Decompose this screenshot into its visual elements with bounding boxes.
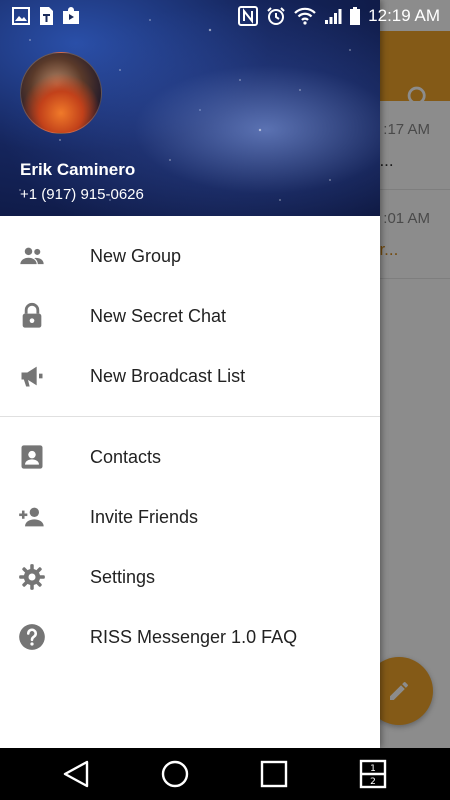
menu-item-new-broadcast-list[interactable]: New Broadcast List [0, 346, 380, 406]
menu-label: Settings [90, 567, 156, 587]
wifi-icon [294, 7, 316, 25]
sim-toolkit-icon [40, 6, 53, 25]
add-person-icon [19, 507, 44, 527]
battery-icon [350, 6, 361, 25]
svg-text:1: 1 [370, 764, 376, 774]
gallery-icon [12, 6, 30, 25]
shopping-bag-icon [63, 6, 79, 24]
back-icon[interactable] [60, 758, 92, 790]
user-phone: +1 (917) 915-0626 [20, 186, 144, 203]
signal-icon [325, 8, 342, 24]
nfc-icon [238, 5, 259, 26]
menu-item-new-group[interactable]: New Group [0, 226, 380, 286]
status-time: 12:19 AM [368, 5, 440, 25]
status-bar: 12:19 AM [0, 0, 450, 31]
megaphone-icon [21, 366, 43, 387]
avatar[interactable] [20, 52, 102, 134]
menu-label: Invite Friends [90, 507, 199, 527]
menu-item-new-secret-chat[interactable]: New Secret Chat [0, 286, 380, 346]
system-nav-bar: 1 2 [0, 748, 450, 800]
menu-item-contacts[interactable]: Contacts [0, 427, 380, 487]
navigation-drawer: Erik Caminero +1 (917) 915-0626 New Grou… [0, 0, 380, 748]
recents-icon[interactable] [258, 758, 290, 790]
dual-window-icon[interactable]: 1 2 [357, 758, 389, 790]
menu-label: RISS Messenger 1.0 FAQ [90, 627, 298, 647]
home-icon[interactable] [159, 758, 191, 790]
help-icon [19, 624, 45, 650]
menu-divider [0, 416, 380, 417]
menu-label: New Secret Chat [90, 306, 227, 326]
menu-label: Contacts [90, 447, 162, 467]
menu-item-invite-friends[interactable]: Invite Friends [0, 487, 380, 547]
lock-icon [22, 302, 42, 328]
menu-label: New Broadcast List [90, 366, 246, 386]
menu-label: New Group [90, 246, 182, 266]
svg-text:2: 2 [370, 777, 376, 787]
menu-item-faq[interactable]: RISS Messenger 1.0 FAQ [0, 607, 380, 667]
drawer-header: Erik Caminero +1 (917) 915-0626 [0, 0, 380, 216]
alarm-icon [267, 6, 285, 25]
menu-item-settings[interactable]: Settings [0, 547, 380, 607]
gear-icon [19, 564, 45, 590]
user-name: Erik Caminero [20, 160, 136, 179]
contacts-icon [21, 445, 43, 469]
drawer-menu: New Group New Secret Chat New Broadcast … [0, 226, 380, 667]
group-icon [20, 247, 44, 265]
